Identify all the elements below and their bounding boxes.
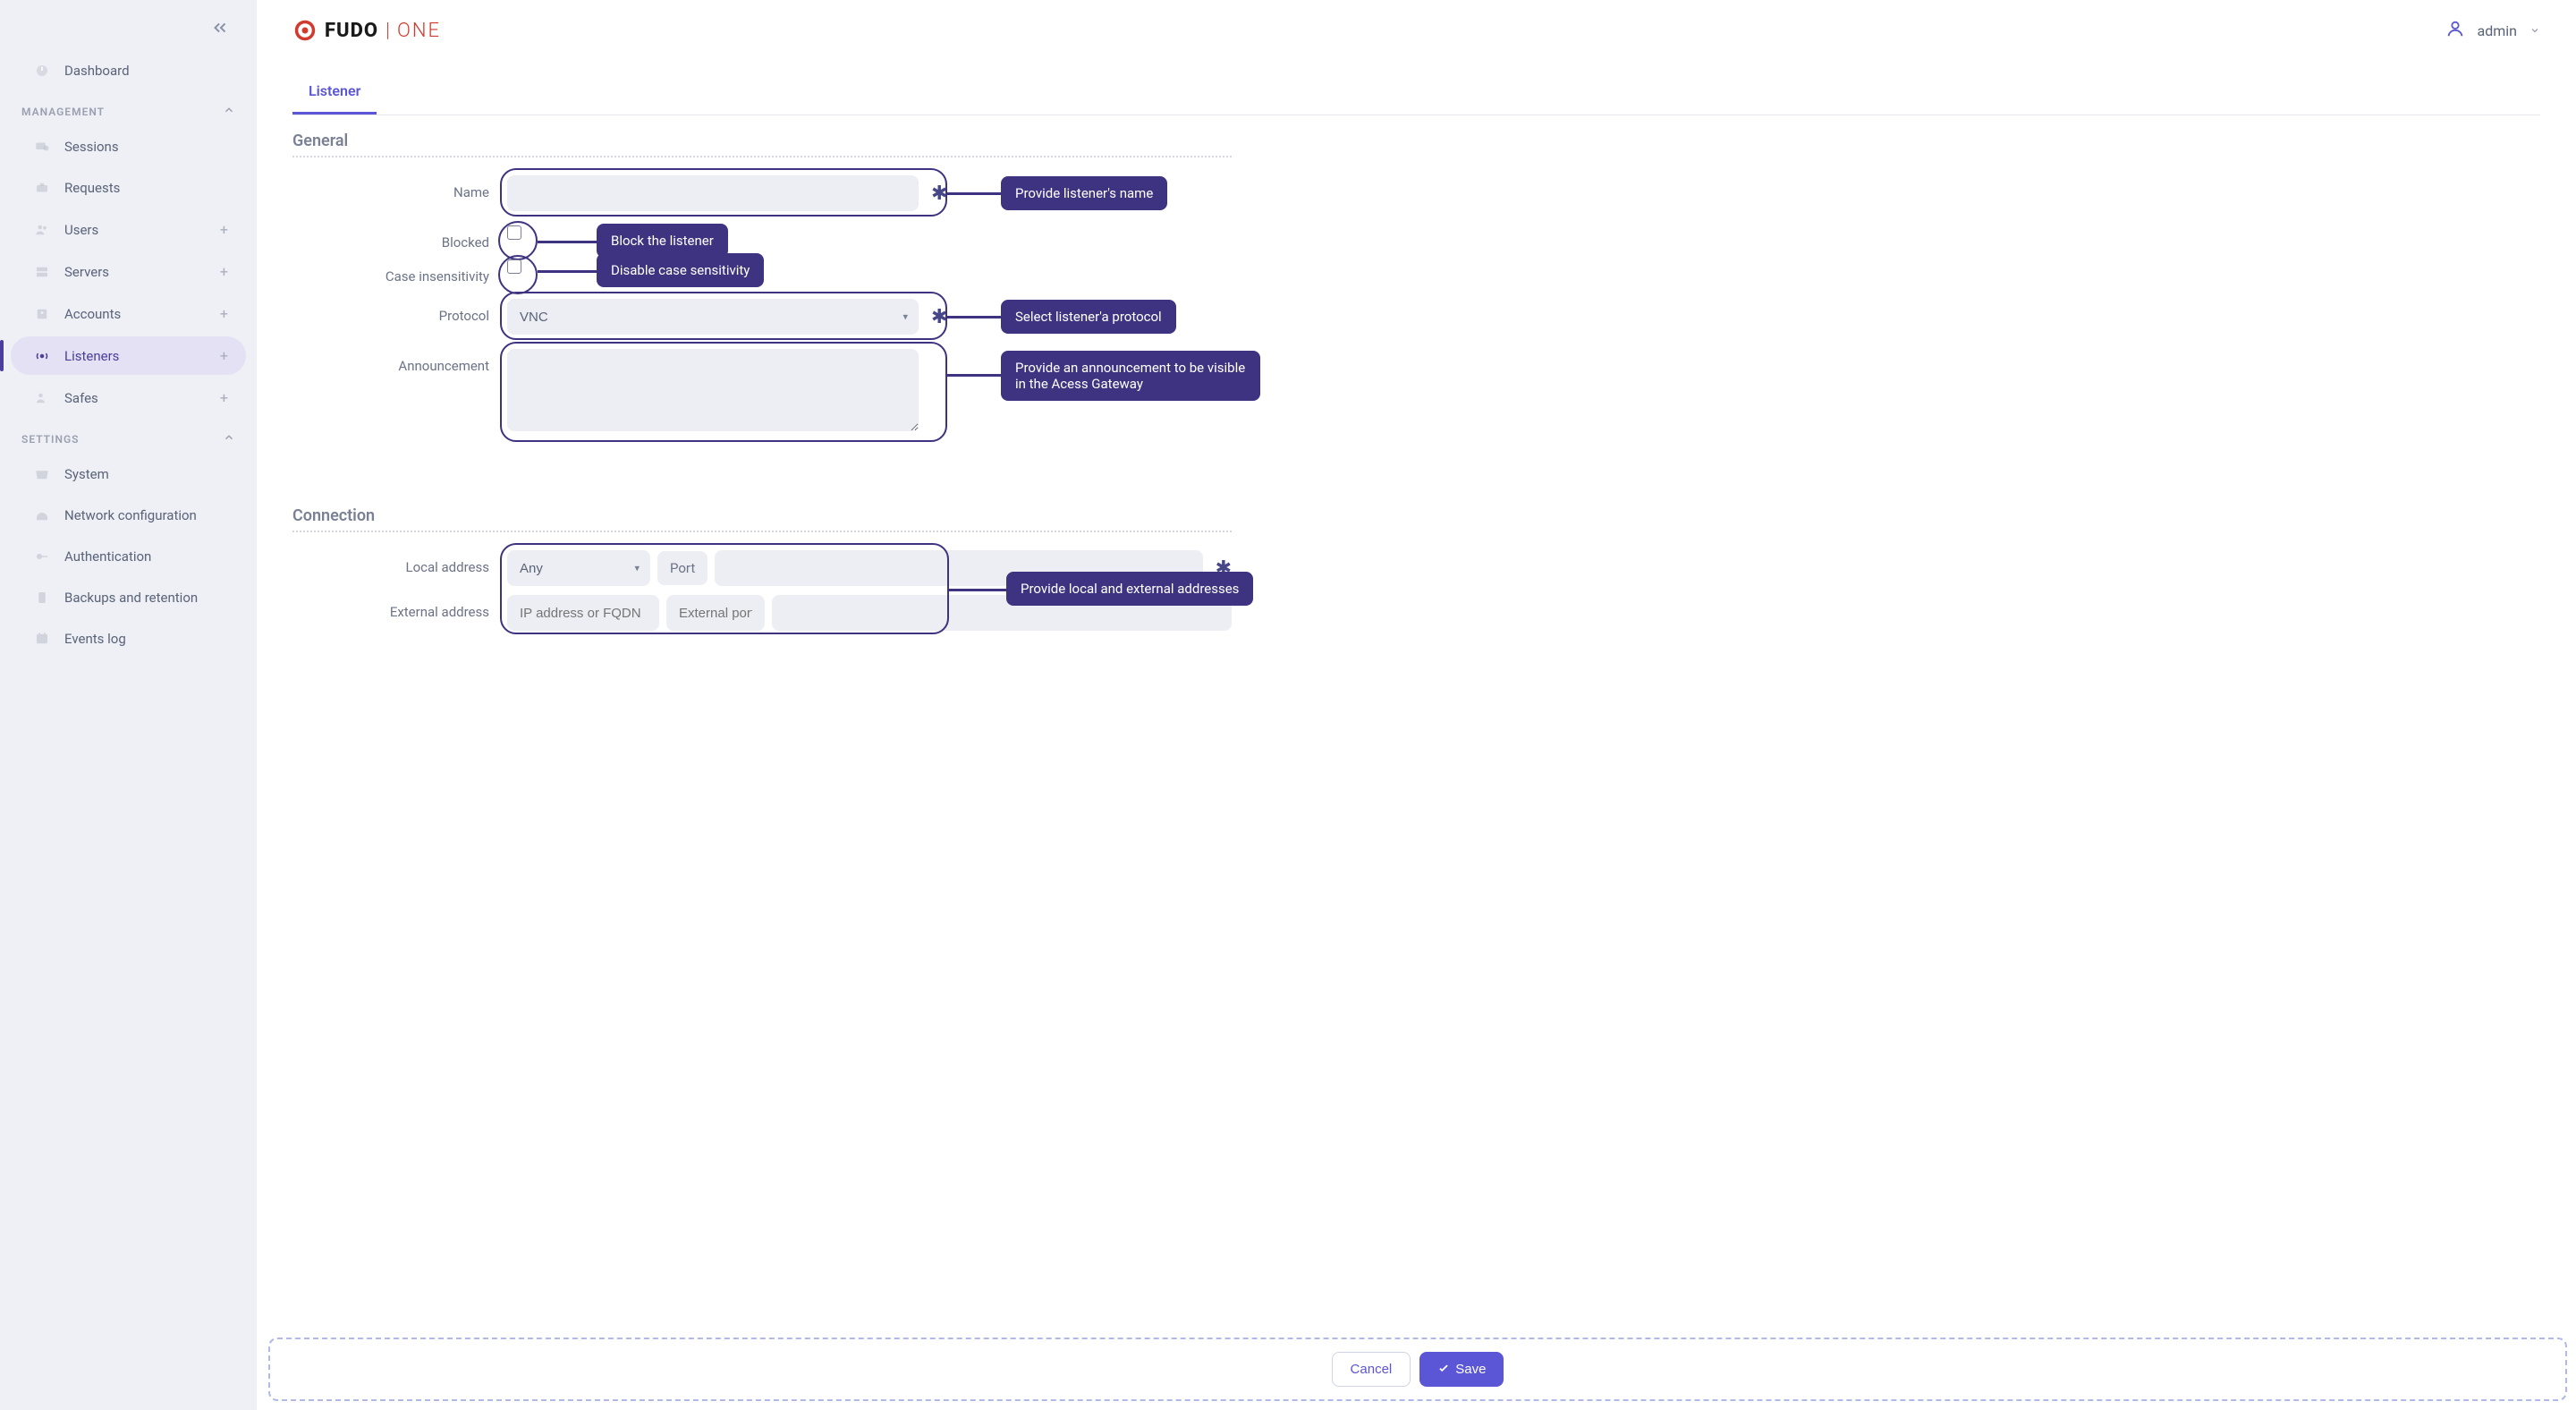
brand-primary: FUDO xyxy=(325,20,378,42)
sidebar-item-requests[interactable]: Requests xyxy=(11,169,246,207)
listeners-icon xyxy=(29,348,55,364)
add-server-icon[interactable]: + xyxy=(220,263,228,280)
section-general-title: General xyxy=(292,132,1232,150)
port-label: Port xyxy=(657,551,708,585)
servers-icon xyxy=(29,264,55,280)
sidebar-label: System xyxy=(64,466,109,482)
collapse-sidebar-icon[interactable] xyxy=(210,18,230,41)
sidebar: Dashboard MANAGEMENT Sessions Requests U… xyxy=(0,0,257,1410)
add-listener-icon[interactable]: + xyxy=(220,347,228,364)
sidebar-item-backups[interactable]: Backups and retention xyxy=(11,579,246,616)
requests-icon xyxy=(29,180,55,196)
external-port-input[interactable] xyxy=(666,595,765,631)
required-icon: ✱ xyxy=(931,183,947,205)
sidebar-section-settings[interactable]: SETTINGS xyxy=(0,419,257,454)
tab-listener[interactable]: Listener xyxy=(292,70,377,115)
divider xyxy=(292,156,1232,157)
add-user-icon[interactable]: + xyxy=(220,221,228,238)
sessions-icon xyxy=(29,139,55,155)
system-icon xyxy=(29,466,55,482)
sidebar-label: Users xyxy=(64,222,98,238)
sidebar-label: Servers xyxy=(64,264,109,280)
chevron-up-icon xyxy=(223,431,235,446)
save-button[interactable]: Save xyxy=(1419,1352,1504,1387)
external-spacer xyxy=(772,595,1232,631)
sidebar-section-management[interactable]: MANAGEMENT xyxy=(0,91,257,126)
main-panel: FUDO | ONE admin Listener General Name ✱ xyxy=(257,0,2576,1410)
sidebar-label: Accounts xyxy=(64,306,121,322)
dashboard-icon xyxy=(29,63,55,79)
sidebar-label: Listeners xyxy=(64,348,119,364)
sidebar-item-users[interactable]: Users + xyxy=(11,210,246,249)
announcement-textarea[interactable] xyxy=(507,349,919,431)
name-input[interactable] xyxy=(507,175,919,211)
tabs: Listener xyxy=(292,70,2540,115)
sidebar-label: Authentication xyxy=(64,548,151,565)
protocol-select[interactable]: VNC xyxy=(507,299,919,335)
sidebar-label-dashboard: Dashboard xyxy=(64,63,130,79)
backups-icon xyxy=(29,590,55,606)
brand-logo: FUDO | ONE xyxy=(292,18,441,43)
sidebar-label: Events log xyxy=(64,631,126,647)
case-checkbox[interactable] xyxy=(507,259,521,274)
sidebar-item-accounts[interactable]: Accounts + xyxy=(11,294,246,333)
blocked-label: Blocked xyxy=(292,225,507,251)
users-icon xyxy=(29,222,55,238)
authentication-icon xyxy=(29,548,55,565)
required-icon: ✱ xyxy=(931,306,947,328)
sidebar-label: Requests xyxy=(64,180,120,196)
chevron-down-icon xyxy=(2529,22,2540,39)
required-icon: ✱ xyxy=(1216,557,1232,580)
user-icon xyxy=(2445,19,2465,42)
name-label: Name xyxy=(292,175,507,200)
check-icon xyxy=(1437,1362,1450,1378)
sidebar-item-safes[interactable]: Safes + xyxy=(11,378,246,417)
network-icon xyxy=(29,507,55,523)
chevron-up-icon xyxy=(223,104,235,119)
add-safe-icon[interactable]: + xyxy=(220,389,228,406)
sidebar-item-sessions[interactable]: Sessions xyxy=(11,128,246,166)
sidebar-item-dashboard[interactable]: Dashboard xyxy=(11,52,246,89)
footer-actions: Cancel Save xyxy=(268,1338,2567,1401)
case-label: Case insensitivity xyxy=(292,259,507,285)
section-connection-title: Connection xyxy=(292,506,1232,525)
user-name: admin xyxy=(2478,22,2517,39)
sidebar-item-listeners[interactable]: Listeners + xyxy=(11,336,246,375)
external-address-label: External address xyxy=(292,595,507,620)
user-menu[interactable]: admin xyxy=(2445,19,2540,42)
port-input[interactable] xyxy=(715,550,1202,586)
cancel-button[interactable]: Cancel xyxy=(1332,1352,1411,1387)
sidebar-label: Backups and retention xyxy=(64,590,198,606)
protocol-label: Protocol xyxy=(292,299,507,324)
sidebar-label: Network configuration xyxy=(64,507,197,523)
local-address-label: Local address xyxy=(292,550,507,575)
topbar: FUDO | ONE admin xyxy=(257,0,2576,52)
announcement-label: Announcement xyxy=(292,349,507,374)
sidebar-label: Safes xyxy=(64,390,98,406)
blocked-checkbox[interactable] xyxy=(507,225,521,240)
sidebar-item-servers[interactable]: Servers + xyxy=(11,252,246,291)
sidebar-item-system[interactable]: System xyxy=(11,455,246,493)
brand-secondary: ONE xyxy=(397,20,441,42)
logo-icon xyxy=(292,18,318,43)
add-account-icon[interactable]: + xyxy=(220,305,228,322)
safes-icon xyxy=(29,390,55,406)
divider xyxy=(292,531,1232,532)
events-log-icon xyxy=(29,631,55,647)
sidebar-item-events-log[interactable]: Events log xyxy=(11,620,246,658)
external-ip-input[interactable] xyxy=(507,595,659,631)
accounts-icon xyxy=(29,306,55,322)
sidebar-item-network[interactable]: Network configuration xyxy=(11,497,246,534)
sidebar-item-authentication[interactable]: Authentication xyxy=(11,538,246,575)
sidebar-label: Sessions xyxy=(64,139,119,155)
local-address-select[interactable]: Any xyxy=(507,550,650,586)
